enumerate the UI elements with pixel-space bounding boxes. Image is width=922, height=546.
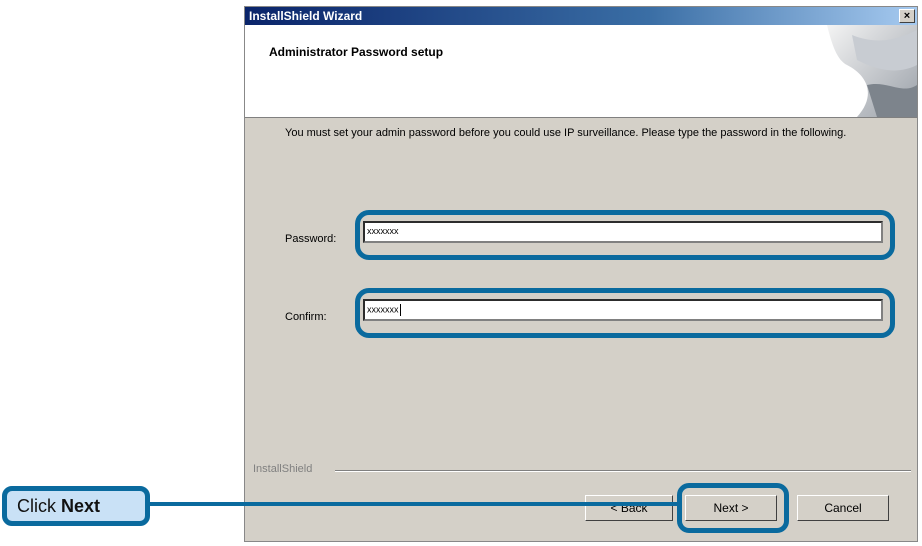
instructions-text: You must set your admin password before …	[285, 127, 847, 139]
password-label: Password:	[285, 233, 337, 245]
back-button[interactable]: < Back	[585, 495, 673, 521]
click-next-callout: Click Next	[2, 486, 150, 526]
confirm-field[interactable]: xxxxxxx	[363, 299, 883, 321]
password-field[interactable]: xxxxxxx	[363, 221, 883, 243]
installshield-brand: InstallShield	[253, 463, 313, 475]
confirm-label: Confirm:	[285, 311, 327, 323]
installshield-logo-icon	[827, 25, 917, 117]
wizard-header: Administrator Password setup	[245, 25, 917, 118]
title-bar[interactable]: InstallShield Wizard ×	[245, 7, 917, 25]
text-caret	[399, 304, 401, 316]
callout-prefix: Click	[17, 496, 56, 516]
close-icon[interactable]: ×	[899, 9, 915, 23]
callout-leader-line	[150, 502, 682, 506]
callout-emphasis: Next	[61, 496, 101, 516]
next-button[interactable]: Next >	[685, 495, 777, 521]
window-title: InstallShield Wizard	[249, 9, 363, 23]
footer-separator	[335, 470, 911, 472]
installshield-dialog: InstallShield Wizard × Administrator Pas…	[244, 6, 918, 542]
cancel-button[interactable]: Cancel	[797, 495, 889, 521]
page-title: Administrator Password setup	[269, 45, 444, 59]
confirm-value: xxxxxxx	[367, 304, 399, 315]
